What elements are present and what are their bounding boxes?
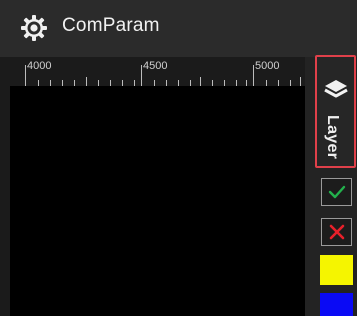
ruler-label-4500: 4500	[143, 60, 168, 72]
close-icon	[329, 224, 345, 240]
title-bar: ComParam	[0, 0, 357, 57]
window-title: ComParam	[62, 15, 160, 36]
check-icon	[328, 185, 346, 199]
layer-tab-label: Layer	[324, 115, 341, 160]
layers-icon	[324, 80, 348, 98]
ruler-label-5000: 5000	[255, 60, 280, 72]
gear-icon[interactable]	[20, 14, 48, 42]
cancel-button[interactable]	[321, 218, 352, 246]
canvas-margin	[0, 86, 10, 316]
color-swatch-yellow[interactable]	[320, 255, 353, 285]
confirm-button[interactable]	[321, 178, 352, 206]
horizontal-ruler: 4000 4500 5000	[0, 57, 305, 86]
color-swatch-blue[interactable]	[320, 293, 353, 316]
layer-tab[interactable]: Layer	[315, 55, 356, 168]
ruler-label-4000: 4000	[27, 60, 52, 72]
drawing-canvas[interactable]	[10, 86, 305, 316]
